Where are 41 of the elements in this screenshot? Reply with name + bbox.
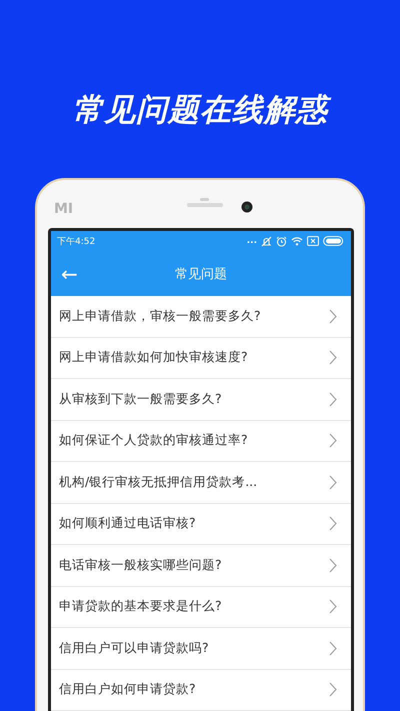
faq-question: 从审核到下款一般需要多久? — [59, 390, 222, 408]
faq-question: 如何顺利通过电话审核? — [59, 515, 196, 532]
faq-item[interactable]: 信用白户如何申请贷款? — [51, 670, 351, 711]
faq-question: 申请贷款的基本要求是什么? — [59, 598, 222, 616]
wifi-icon — [291, 236, 303, 246]
speaker-icon — [187, 198, 223, 208]
chevron-right-icon — [329, 599, 337, 614]
faq-item[interactable]: 从审核到下款一般需要多久? — [51, 379, 351, 420]
faq-question: 网上申请借款，审核一般需要多久? — [59, 308, 261, 325]
sim-icon — [307, 236, 319, 246]
chevron-right-icon — [329, 474, 337, 490]
chevron-right-icon — [329, 392, 337, 407]
more-text: ... — [246, 236, 257, 246]
chevron-right-icon — [329, 308, 337, 324]
chevron-right-icon — [329, 558, 337, 573]
faq-question: 电话审核一般核实哪些问题? — [59, 556, 222, 574]
faq-question: 机构/银行审核无抵押信用贷款考... — [59, 474, 258, 491]
camera-icon — [241, 201, 253, 213]
chevron-right-icon — [329, 640, 337, 656]
chevron-right-icon — [329, 516, 337, 532]
faq-question: 信用白户可以申请贷款吗? — [59, 640, 209, 657]
mute-icon — [261, 236, 272, 246]
chevron-right-icon — [329, 350, 337, 366]
chevron-right-icon — [329, 433, 337, 448]
faq-item[interactable]: 机构/银行审核无抵押信用贷款考... — [51, 462, 351, 504]
faq-item[interactable]: 申请贷款的基本要求是什么? — [51, 586, 351, 628]
alarm-icon — [276, 236, 287, 246]
chevron-right-icon — [329, 682, 337, 698]
faq-item[interactable]: 电话审核一般核实哪些问题? — [51, 545, 351, 586]
faq-question: 如何保证个人贷款的审核通过率? — [59, 432, 248, 450]
faq-item[interactable]: 网上申请借款，审核一般需要多久? — [51, 296, 351, 338]
faq-question: 网上申请借款如何加快审核速度? — [59, 349, 248, 366]
faq-item[interactable]: 网上申请借款如何加快审核速度? — [51, 338, 351, 379]
nav-title: 常见问题 — [175, 266, 227, 282]
faq-item[interactable]: 信用白户可以申请贷款吗? — [51, 628, 351, 670]
faq-item[interactable]: 如何顺利通过电话审核? — [51, 504, 351, 545]
faq-item[interactable]: 如何保证个人贷款的审核通过率? — [51, 420, 351, 462]
status-time: 下午4:52 — [57, 236, 96, 248]
faq-question: 信用白户如何申请贷款? — [59, 681, 196, 698]
battery-icon — [323, 236, 345, 246]
brand-logo: MI — [54, 202, 74, 216]
